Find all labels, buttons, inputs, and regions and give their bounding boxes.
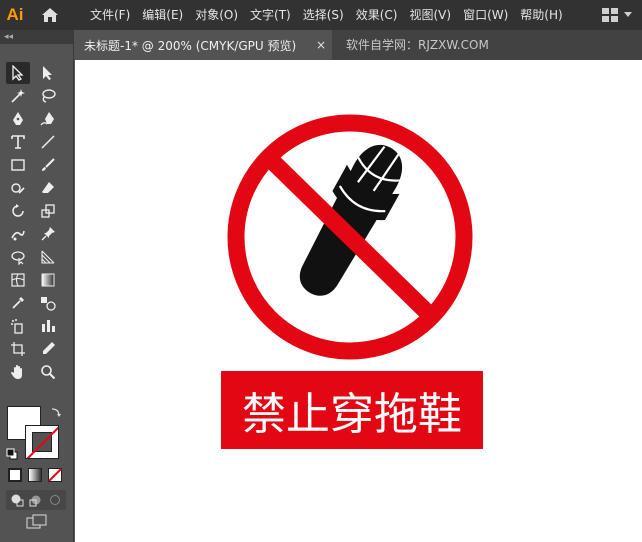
main-menu: 文件(F) 编辑(E) 对象(O) 文字(T) 选择(S) 效果(C) 视图(V… [84,0,569,30]
artboard-tool-icon[interactable] [6,338,30,360]
hand-tool-icon[interactable] [6,361,30,383]
workspace-switcher-button[interactable] [602,0,632,30]
menu-window[interactable]: 窗口(W) [457,0,514,30]
color-mode-icon[interactable] [8,468,22,482]
gradient-tool-icon[interactable] [36,269,60,291]
lasso-tool-icon[interactable] [36,85,60,107]
menu-edit[interactable]: 编辑(E) [136,0,189,30]
menu-bar: Ai 文件(F) 编辑(E) 对象(O) 文字(T) 选择(S) 效果(C) 视… [0,0,642,30]
menu-help[interactable]: 帮助(H) [514,0,568,30]
screen-mode-icon[interactable] [26,514,48,530]
draw-behind-icon[interactable] [29,493,43,507]
menu-file[interactable]: 文件(F) [84,0,136,30]
zoom-tool-icon[interactable] [36,361,60,383]
draw-normal-icon[interactable] [10,493,24,507]
app-logo: Ai [6,5,24,24]
line-segment-tool-icon[interactable] [36,131,60,153]
pin-tool-icon[interactable] [36,223,60,245]
perspective-grid-tool-icon[interactable] [36,246,60,268]
menu-effect[interactable]: 效果(C) [350,0,404,30]
slice-tool-icon[interactable] [36,338,60,360]
draw-inside-icon[interactable] [48,493,62,507]
no-slippers-prohibition-icon [227,114,473,360]
shaper-tool-icon[interactable] [6,177,30,199]
watermark-site-label: 软件自学网：RJZXW.COM [346,38,489,52]
magic-wand-tool-icon[interactable] [6,85,30,107]
selection-tool-icon[interactable] [6,62,30,84]
document-tab-bar: 未标题-1* @ 200% (CMYK/GPU 预览) × 软件自学网：RJZX… [74,30,642,60]
workspace-grid-icon [602,8,618,22]
mesh-tool-icon[interactable] [6,269,30,291]
curvature-tool-icon[interactable] [36,108,60,130]
eraser-tool-icon[interactable] [36,177,60,199]
shape-builder-tool-icon[interactable] [6,246,30,268]
blend-tool-icon[interactable] [36,292,60,314]
scale-tool-icon[interactable] [36,200,60,222]
menu-select[interactable]: 选择(S) [297,0,350,30]
swap-fill-stroke-icon[interactable] [50,406,62,418]
artboard-canvas[interactable]: 禁止穿拖鞋 [75,60,642,542]
sign-text: 禁止穿拖鞋 [242,389,462,440]
menu-view[interactable]: 视图(V) [403,0,457,30]
rectangle-tool-icon[interactable] [6,154,30,176]
pen-tool-icon[interactable] [6,108,30,130]
stroke-color-swatch[interactable] [25,425,59,459]
menu-type[interactable]: 文字(T) [244,0,297,30]
panel-collapse-icon[interactable]: ◂◂ [0,30,73,44]
home-icon[interactable] [36,0,64,30]
tab-document[interactable]: 未标题-1* @ 200% (CMYK/GPU 预览) × [74,30,332,60]
eyedropper-tool-icon[interactable] [6,292,30,314]
close-icon[interactable]: × [316,38,326,52]
menu-object[interactable]: 对象(O) [189,0,244,30]
tab-document-label: 未标题-1* @ 200% (CMYK/GPU 预览) [84,38,297,53]
direct-selection-tool-icon[interactable] [36,62,60,84]
puppet-warp-tool-icon[interactable] [6,223,30,245]
sign-label-box: 禁止穿拖鞋 [221,371,483,449]
tools-panel: ◂◂ [0,30,74,542]
paintbrush-tool-icon[interactable] [36,154,60,176]
none-mode-icon[interactable] [48,468,62,482]
default-fill-stroke-icon[interactable] [6,448,18,460]
chevron-down-icon [624,12,632,17]
gradient-mode-icon[interactable] [28,468,42,482]
column-graph-tool-icon[interactable] [36,315,60,337]
type-tool-icon[interactable] [6,131,30,153]
rotate-tool-icon[interactable] [6,200,30,222]
symbol-sprayer-tool-icon[interactable] [6,315,30,337]
